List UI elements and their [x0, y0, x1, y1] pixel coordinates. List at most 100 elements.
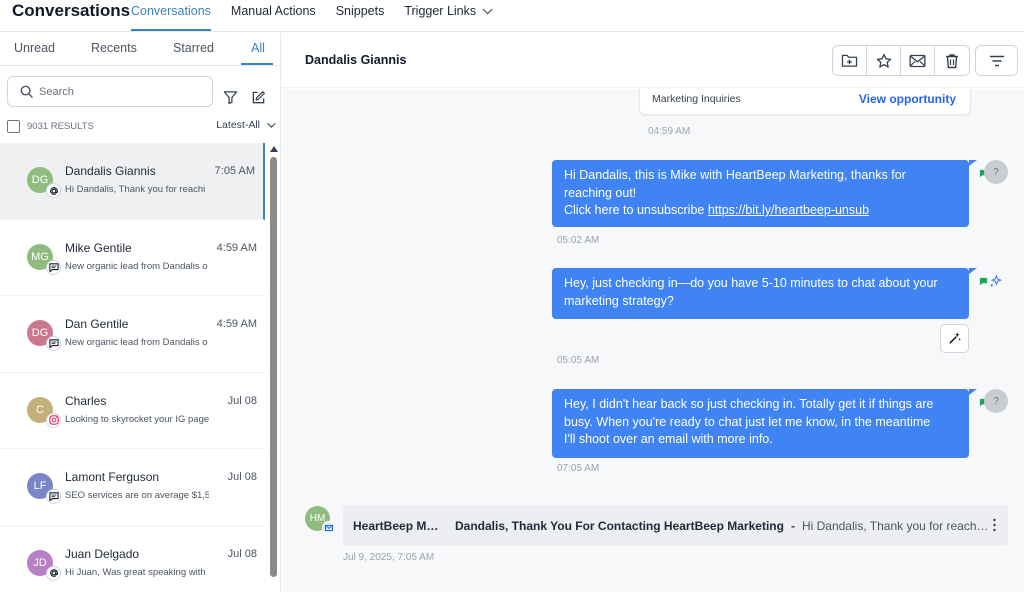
magic-wand-icon [949, 332, 961, 344]
sms-icon [46, 489, 61, 504]
trash-icon [946, 53, 958, 68]
tab-trigger-links-label: Trigger Links [404, 4, 477, 18]
bubble-tail [969, 389, 977, 395]
nav-tabs: Conversations Manual Actions Snippets Tr… [131, 4, 493, 31]
move-to-folder-button[interactable] [833, 46, 867, 75]
scroll-up-arrow-icon[interactable] [270, 146, 278, 152]
tab-trigger-links[interactable]: Trigger Links [404, 4, 493, 31]
scrollbar-thumb[interactable] [270, 157, 277, 577]
email-snippet: Hi Dandalis, Thank you for reaching out [801, 518, 990, 533]
tab-conversations[interactable]: Conversations [131, 4, 211, 31]
conversation-name: Lamont Ferguson [65, 470, 160, 484]
email-subject: Dandalis, Thank You For Contacting Heart… [455, 518, 784, 533]
results-count: 9031 RESULTS [27, 120, 94, 132]
tab-snippets[interactable]: Snippets [336, 4, 385, 31]
header-action-group [832, 45, 970, 76]
conversation-item[interactable]: MG Mike Gentile 4:59 AM New organic lead fr… [0, 220, 265, 296]
select-all-checkbox[interactable] [7, 119, 20, 133]
opportunity-pipeline: Marketing Inquiries [652, 93, 741, 105]
conversation-list: DG Dandalis Giannis 7:05 AM Hi Dandalis, Th… [0, 143, 265, 592]
conversation-name: Charles [65, 393, 107, 408]
search-input[interactable] [39, 85, 199, 98]
email-channel-icon [322, 521, 335, 534]
message-filter-button[interactable] [975, 45, 1018, 76]
message-thread[interactable]: Marketing Inquiries View opportunity 04:… [282, 89, 1024, 592]
message-line: marketing strategy? [564, 293, 674, 308]
bubble-tail [969, 160, 977, 166]
filter-tab-recents[interactable]: Recents [91, 41, 137, 55]
contact-name: Dandalis Giannis [305, 53, 407, 67]
compose-icon[interactable] [249, 88, 267, 106]
opportunity-card: Marketing Inquiries View opportunity [639, 89, 971, 115]
conversation-preview: Looking to skyrocket your IG page [65, 413, 209, 425]
tab-manual-actions[interactable]: Manual Actions [231, 4, 316, 31]
conversation-item[interactable]: DG Dan Gentile 4:59 AM New organic lead fro… [0, 296, 265, 373]
chat-panel: Dandalis Giannis Marketing Inquiries Vie… [282, 33, 1024, 592]
ai-assist-button[interactable] [940, 324, 969, 353]
filter-tab-all[interactable]: All [251, 41, 265, 55]
filter-tab-starred[interactable]: Starred [173, 41, 214, 55]
delete-button[interactable] [935, 46, 969, 75]
outbound-message-bubble: Hi Dandalis, this is Mike with HeartBeep… [552, 160, 969, 227]
conversation-list-panel: Unread Recents Starred All 9031 RESULTS … [0, 33, 281, 592]
star-icon [876, 53, 891, 68]
conversation-time: Jul 08 [227, 547, 257, 560]
bubble-tail [969, 268, 977, 274]
outbound-message-bubble: Hey, I didn't hear back so just checking… [552, 389, 969, 458]
conversation-item[interactable]: C Charles Jul 08 Looking to skyrocket your … [0, 373, 265, 449]
conversation-preview: SEO services are on average $1,5 [65, 490, 209, 501]
mail-icon [909, 54, 926, 67]
star-button[interactable] [867, 46, 901, 75]
instagram-icon [46, 412, 61, 428]
outbound-message-bubble: Hey, just checking in—do you have 5-10 m… [552, 268, 969, 319]
message-line: I'll shoot over an email with more info. [564, 432, 773, 446]
message-timestamp: 05:05 AM [557, 355, 600, 366]
conversation-preview: Hi Dandalis, Thank you for reachi [65, 184, 206, 195]
results-row: 9031 RESULTS Latest-All [7, 118, 277, 134]
sms-channel-icon [979, 277, 988, 286]
ai-sparkle-icon [989, 274, 1003, 288]
email-message-row[interactable]: HeartBeep Marketing Dandalis, Thank You … [343, 505, 1008, 546]
conversation-name: Mike Gentile [65, 240, 132, 255]
conversation-item[interactable]: LF Lamont Ferguson Jul 08 SEO services are … [0, 449, 265, 526]
more-options-icon[interactable] [993, 518, 996, 532]
conversation-name: Dandalis Giannis [65, 164, 156, 178]
message-line: busy. When you're ready to chat just let… [564, 414, 931, 429]
view-opportunity-link[interactable]: View opportunity [859, 92, 956, 106]
message-line: Hi Dandalis, this is Mike with HeartBeep… [564, 168, 906, 182]
conversation-name: Juan Delgado [65, 546, 140, 561]
conversation-time: 4:59 AM [216, 241, 257, 254]
message-line: reaching out! [564, 185, 637, 200]
message-timestamp: 05:02 AM [557, 235, 600, 246]
conversation-preview: New organic lead from Dandalis o [65, 337, 208, 348]
message-line: Hey, I didn't hear back so just checking… [564, 397, 934, 411]
top-nav: Conversations Conversations Manual Actio… [0, 0, 1024, 32]
conversation-preview: New organic lead from Dandalis o [65, 260, 208, 272]
conversation-item[interactable]: DG Dandalis Giannis 7:05 AM Hi Dandalis, Th… [0, 143, 265, 220]
app-title: Conversations [12, 1, 131, 20]
message-line: Hey, just checking in—do you have 5-10 m… [564, 276, 938, 290]
search-box[interactable] [7, 76, 213, 107]
conversation-time: Jul 08 [227, 394, 257, 407]
message-timestamp: 07:05 AM [557, 463, 600, 474]
sms-icon [46, 259, 61, 275]
sort-select[interactable]: Latest-All [216, 119, 276, 131]
unsubscribe-link[interactable]: https://bit.ly/heartbeep-unsub [708, 203, 869, 217]
message-text: Click here to unsubscribe [564, 203, 708, 217]
email-at-icon [46, 183, 61, 198]
agent-avatar: ? [984, 160, 1008, 184]
chat-header: Dandalis Giannis [282, 33, 1024, 88]
filter-funnel-icon[interactable] [221, 88, 239, 106]
search-icon [20, 85, 33, 98]
chevron-down-icon [267, 119, 276, 128]
filter-lines-icon [989, 55, 1004, 66]
conversation-time: Jul 08 [227, 471, 257, 483]
mark-unread-button[interactable] [901, 46, 935, 75]
email-timestamp: Jul 9, 2025, 7:05 AM [343, 552, 435, 563]
filter-tab-unread[interactable]: Unread [14, 41, 55, 55]
chevron-down-icon [482, 4, 493, 15]
conversation-time: 4:59 AM [216, 318, 257, 330]
conversation-item[interactable]: JD Juan Delgado Jul 08 Hi Juan, Was great s… [0, 526, 265, 592]
filter-tab-indicator [241, 63, 273, 65]
message-line: Click here to unsubscribe https://bit.ly… [564, 202, 957, 220]
